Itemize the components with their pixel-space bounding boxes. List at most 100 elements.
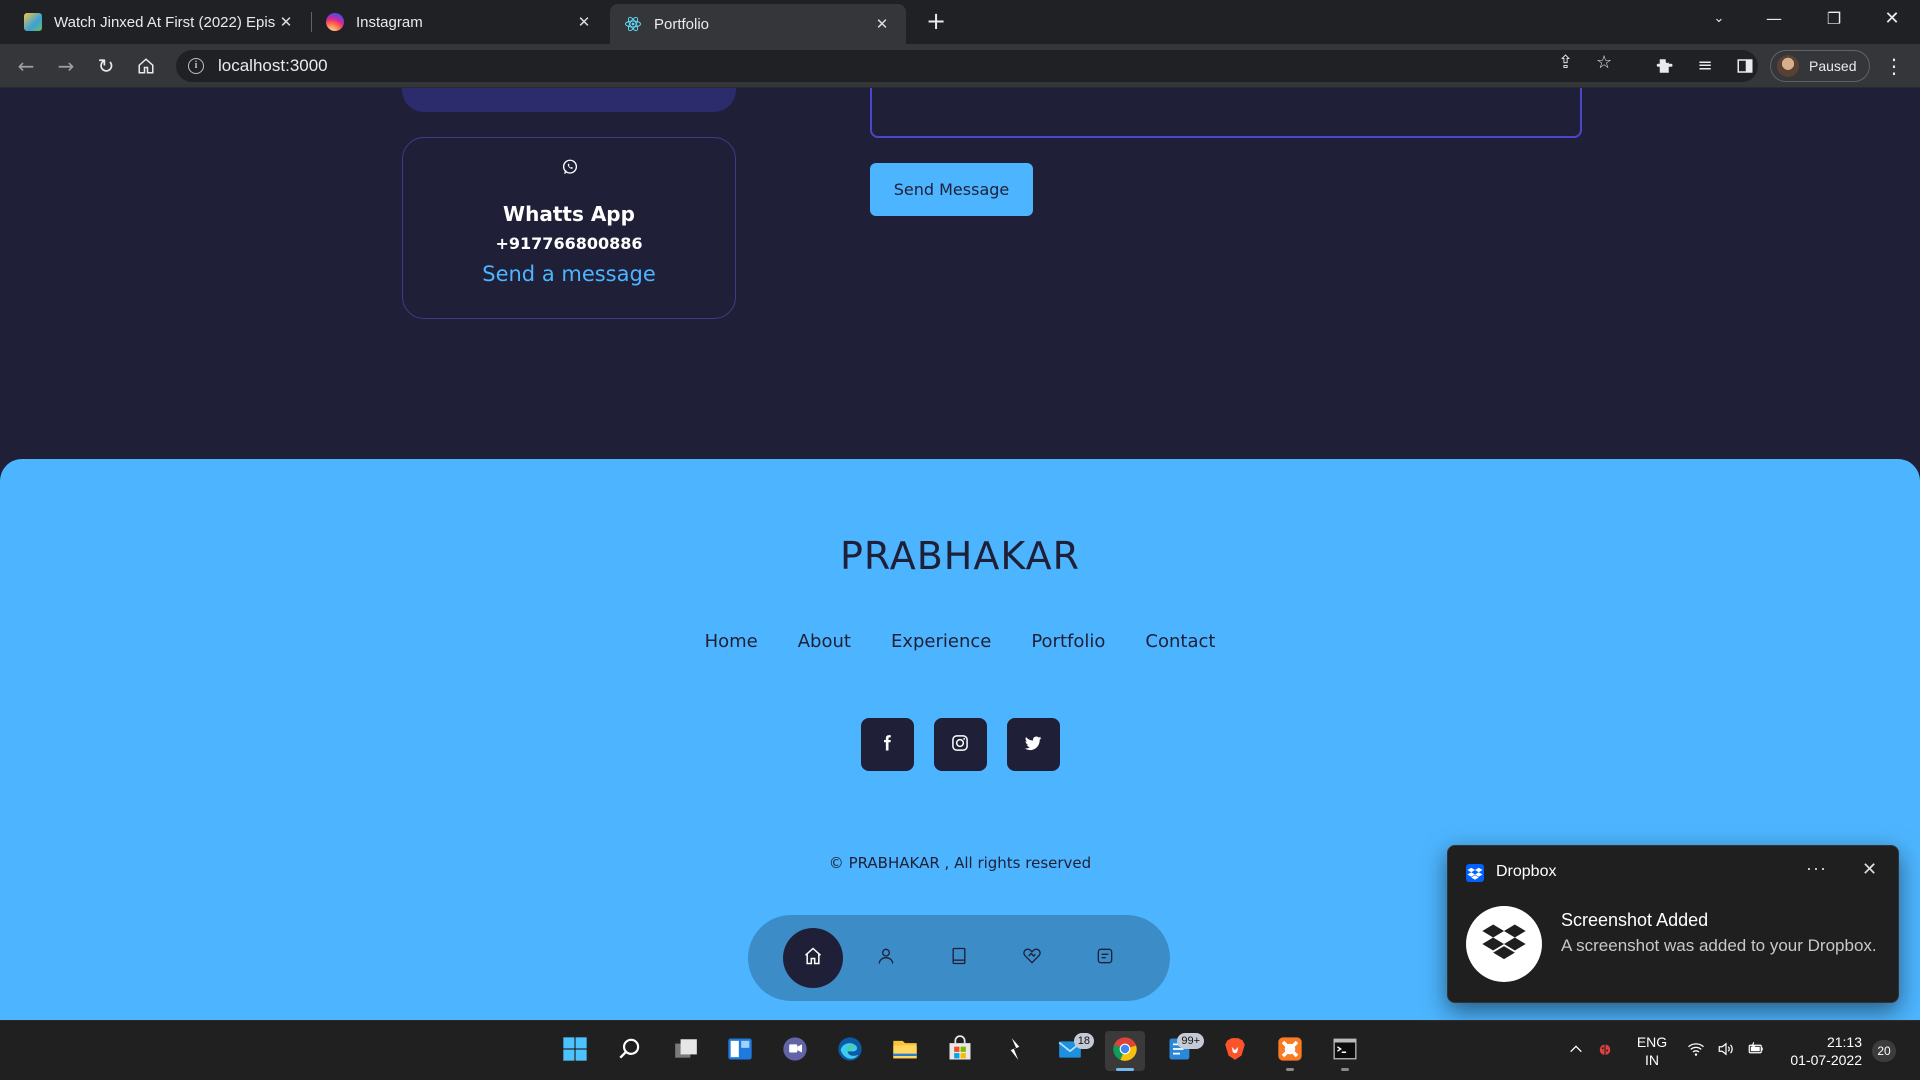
profile-button[interactable]: Paused: [1770, 50, 1870, 82]
tab-search-chevron-icon[interactable]: ⌄: [1695, 0, 1743, 40]
system-clock[interactable]: 21:13 01-07-2022: [1782, 1033, 1862, 1069]
floating-nav-portfolio[interactable]: [1002, 928, 1062, 988]
message-icon: [1095, 946, 1115, 970]
notification-close-icon[interactable]: ✕: [1862, 859, 1877, 880]
send-a-message-link[interactable]: Send a message: [403, 262, 735, 286]
taskbar-file-explorer[interactable]: [885, 1031, 925, 1071]
address-bar[interactable]: i localhost:3000 ⇪ ☆: [176, 50, 1758, 82]
taskbar-notes-app[interactable]: 99+: [1160, 1031, 1204, 1071]
taskbar-lightning-app[interactable]: [995, 1031, 1035, 1071]
volume-icon: [1716, 1040, 1736, 1062]
site-info-icon[interactable]: i: [188, 58, 204, 74]
volume-status[interactable]: [1712, 1031, 1740, 1071]
battery-status[interactable]: [1742, 1031, 1770, 1071]
new-tab-button[interactable]: +: [922, 8, 950, 36]
mail-unread-badge: 18: [1073, 1033, 1094, 1049]
bookmark-star-icon[interactable]: ☆: [1596, 52, 1612, 73]
close-icon[interactable]: ✕: [872, 15, 892, 33]
tab-instagram[interactable]: Instagram ✕: [312, 0, 608, 44]
notification-center-badge[interactable]: 20: [1872, 1040, 1896, 1062]
folder-icon: [890, 1035, 920, 1067]
taskbar-brave[interactable]: [1215, 1031, 1255, 1071]
browser-toolbar: ← → ↻ i localhost:3000 ⇪ ☆ ≡ Paused ⋮: [0, 44, 1920, 88]
contact-card-number: +917766800886: [495, 234, 643, 253]
search-icon: [617, 1036, 643, 1066]
taskbar-task-view[interactable]: [666, 1031, 706, 1071]
back-arrow-icon[interactable]: ←: [12, 52, 40, 80]
taskbar-terminal[interactable]: [1325, 1031, 1365, 1071]
tab-portfolio[interactable]: Portfolio ✕: [610, 4, 906, 44]
footer-link-experience[interactable]: Experience: [891, 631, 991, 652]
twitter-button[interactable]: [1006, 718, 1060, 771]
user-icon: [876, 946, 896, 970]
active-app-indicator: [1116, 1068, 1134, 1071]
message-textarea[interactable]: [870, 88, 1582, 138]
footer-link-contact[interactable]: Contact: [1145, 631, 1215, 652]
instagram-button[interactable]: [933, 718, 987, 771]
footer-nav: Home About Experience Portfolio Contact: [0, 631, 1920, 652]
dropbox-logo-icon: [1466, 906, 1542, 982]
taskbar-mail[interactable]: 18: [1050, 1031, 1094, 1071]
running-app-indicator: [1341, 1068, 1349, 1071]
tray-overflow-button[interactable]: [1564, 1031, 1588, 1071]
brave-lion-icon: [1222, 1035, 1248, 1067]
reload-icon[interactable]: ↻: [92, 52, 120, 80]
window-close-button[interactable]: ✕: [1868, 0, 1916, 40]
store-icon: [946, 1035, 974, 1067]
side-panel-icon[interactable]: [1731, 52, 1759, 80]
edge-browser-icon: [836, 1035, 864, 1067]
profile-status-label: Paused: [1809, 58, 1857, 74]
windows-logo-icon: [561, 1035, 589, 1067]
footer-logo[interactable]: PRABHAKAR: [0, 534, 1920, 578]
site-favicon-icon: [24, 13, 42, 31]
share-icon[interactable]: ⇪: [1558, 52, 1573, 73]
tab-watch-jinxed[interactable]: Watch Jinxed At First (2022) Episo ✕: [10, 0, 310, 44]
tray-ladybug-icon: [1596, 1040, 1614, 1062]
instagram-favicon-icon: [326, 13, 344, 31]
extensions-puzzle-icon[interactable]: [1651, 52, 1679, 80]
menu-kebab-icon[interactable]: ⋮: [1880, 52, 1908, 80]
running-app-indicator: [1286, 1068, 1294, 1071]
taskbar-xampp[interactable]: [1270, 1031, 1310, 1071]
footer-link-portfolio[interactable]: Portfolio: [1031, 631, 1105, 652]
start-button[interactable]: [555, 1031, 595, 1071]
taskbar-store[interactable]: [940, 1031, 980, 1071]
react-favicon-icon: [624, 15, 642, 33]
wifi-icon: [1686, 1040, 1706, 1062]
taskbar-widgets[interactable]: [720, 1031, 760, 1071]
floating-nav: [748, 915, 1170, 1001]
handshake-icon: [1022, 946, 1042, 970]
floating-nav-home[interactable]: [783, 928, 843, 988]
notification-title: Screenshot Added: [1561, 910, 1709, 930]
twitter-icon: [1023, 733, 1043, 757]
tray-app-icon[interactable]: [1592, 1031, 1618, 1071]
lightning-icon: [1002, 1035, 1028, 1067]
floating-nav-contact[interactable]: [1075, 928, 1135, 988]
notification-body: A screenshot was added to your Dropbox.: [1561, 936, 1877, 955]
wifi-status[interactable]: [1682, 1031, 1710, 1071]
teams-chat-icon: [781, 1035, 809, 1067]
facebook-button[interactable]: [860, 718, 914, 771]
taskbar-search[interactable]: [610, 1031, 650, 1071]
taskbar-edge[interactable]: [830, 1031, 870, 1071]
taskbar-teams-chat[interactable]: [775, 1031, 815, 1071]
taskbar-chrome[interactable]: [1105, 1031, 1145, 1071]
forward-arrow-icon[interactable]: →: [52, 52, 80, 80]
widgets-icon: [726, 1035, 754, 1067]
minimize-button[interactable]: —: [1750, 0, 1798, 40]
footer-link-home[interactable]: Home: [705, 631, 758, 652]
footer-link-about[interactable]: About: [798, 631, 851, 652]
close-icon[interactable]: ✕: [574, 13, 594, 31]
language-indicator[interactable]: ENG IN: [1632, 1033, 1672, 1069]
dropbox-notification[interactable]: Dropbox ··· ✕ Screenshot Added A screens…: [1447, 845, 1899, 1003]
task-view-icon: [672, 1036, 700, 1066]
home-icon[interactable]: [132, 52, 160, 80]
close-icon[interactable]: ✕: [276, 13, 296, 31]
windows-taskbar: 18 99+ ENG IN 21:13 01-07-2022 20: [0, 1020, 1920, 1080]
send-message-button[interactable]: Send Message: [870, 163, 1033, 216]
restore-button[interactable]: ❐: [1810, 0, 1858, 40]
media-queue-icon[interactable]: ≡: [1691, 52, 1719, 80]
more-options-icon[interactable]: ···: [1806, 858, 1827, 879]
floating-nav-about[interactable]: [856, 928, 916, 988]
floating-nav-experience[interactable]: [929, 928, 989, 988]
